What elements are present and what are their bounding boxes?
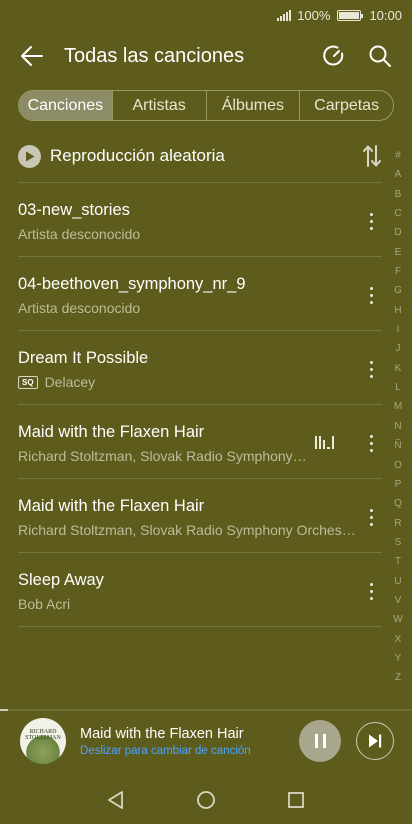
song-row[interactable]: Maid with the Flaxen Hair Richard Stoltz… — [0, 479, 395, 553]
alphabet-index-letter[interactable]: S — [395, 533, 402, 552]
song-title: Dream It Possible — [18, 349, 149, 367]
song-artist-text: Richard Stoltzman, Slovak Radio Symphony… — [18, 522, 356, 538]
next-track-button[interactable] — [356, 722, 394, 760]
song-row[interactable]: Maid with the Flaxen Hair Richard Stoltz… — [0, 405, 395, 479]
song-title: Maid with the Flaxen Hair — [18, 497, 205, 515]
search-icon[interactable] — [365, 41, 395, 71]
tab-albumes[interactable]: Álbumes — [207, 91, 301, 120]
song-title: 03-new_stories — [18, 201, 130, 219]
song-row[interactable]: 03-new_stories Artista desconocido — [0, 183, 395, 257]
alphabet-index-letter[interactable]: Y — [395, 649, 402, 668]
alphabet-index-letter[interactable]: Z — [395, 668, 401, 687]
player-hint: Deslizar para cambiar de canción — [80, 744, 251, 757]
alphabet-index-letter[interactable]: B — [395, 185, 402, 204]
status-time: 10:00 — [369, 7, 402, 23]
alphabet-index-letter[interactable]: E — [395, 243, 402, 262]
shuffle-play-button[interactable]: Reproducción aleatoria — [18, 138, 384, 174]
alphabet-index-letter[interactable]: Q — [394, 494, 402, 513]
song-artist: Artista desconocido — [18, 300, 140, 316]
system-nav-bar — [0, 776, 412, 824]
more-options-icon[interactable] — [359, 505, 383, 529]
divider — [18, 626, 382, 627]
signal-icon — [277, 9, 292, 21]
more-options-icon[interactable] — [359, 209, 383, 233]
alphabet-index-letter[interactable]: P — [395, 475, 402, 494]
song-artist: SQ Delacey — [18, 374, 95, 390]
song-title: Maid with the Flaxen Hair — [18, 423, 205, 441]
more-options-icon[interactable] — [359, 431, 383, 455]
alphabet-index-letter[interactable]: G — [394, 281, 402, 300]
more-options-icon[interactable] — [359, 357, 383, 381]
back-arrow-icon[interactable] — [17, 41, 47, 71]
app-header: Todas las canciones — [0, 30, 412, 82]
song-artist-text: Richard Stoltzman, Slovak Radio Symphony… — [18, 448, 308, 464]
page-title: Todas las canciones — [64, 44, 245, 67]
refresh-icon[interactable] — [319, 41, 349, 71]
nav-home-icon[interactable] — [194, 788, 218, 812]
song-artist-text: Bob Acri — [18, 596, 71, 612]
alphabet-index-letter[interactable]: I — [397, 320, 400, 339]
song-artist-text: Artista desconocido — [18, 300, 141, 316]
alphabet-index-letter[interactable]: F — [395, 262, 401, 281]
song-artist: Richard Stoltzman, Slovak Radio Symphony… — [18, 522, 356, 538]
player-text: Maid with the Flaxen Hair Deslizar para … — [80, 726, 299, 757]
alphabet-index-letter[interactable]: A — [395, 165, 402, 184]
more-options-icon[interactable] — [359, 283, 383, 307]
alphabet-index-letter[interactable]: Ñ — [394, 436, 401, 455]
pause-button[interactable] — [299, 720, 341, 762]
alphabet-index-letter[interactable]: R — [394, 514, 401, 533]
alphabet-index-letter[interactable]: K — [395, 359, 402, 378]
song-title: Sleep Away — [18, 571, 104, 589]
song-row[interactable]: Sleep Away Bob Acri — [0, 553, 395, 627]
nav-back-icon[interactable] — [104, 788, 128, 812]
alphabet-index-letter[interactable]: O — [394, 456, 402, 475]
song-artist: Bob Acri — [18, 596, 70, 612]
alphabet-index-letter[interactable]: L — [395, 378, 401, 397]
sort-icon[interactable] — [360, 144, 384, 168]
song-artist-text: Delacey — [44, 374, 96, 390]
song-row[interactable]: 04-beethoven_symphony_nr_9 Artista desco… — [0, 257, 395, 331]
now-playing-icon — [315, 435, 335, 449]
more-options-icon[interactable] — [359, 579, 383, 603]
song-artist: Richard Stoltzman, Slovak Radio Symphony… — [18, 448, 308, 464]
category-tabs: Canciones Artistas Álbumes Carpetas — [18, 90, 394, 121]
next-icon — [369, 734, 382, 748]
alphabet-index-letter[interactable]: W — [393, 610, 402, 629]
alphabet-index-letter[interactable]: # — [395, 146, 401, 165]
song-artist-text: Artista desconocido — [18, 226, 141, 242]
tab-canciones[interactable]: Canciones — [19, 91, 113, 120]
alphabet-index-letter[interactable]: M — [394, 397, 402, 416]
player-track-title: Maid with the Flaxen Hair — [80, 725, 244, 742]
alphabet-index-letter[interactable]: D — [394, 223, 401, 242]
album-art: RICHARD STOLTZMAN — [20, 718, 66, 764]
mini-player[interactable]: RICHARD STOLTZMAN Maid with the Flaxen H… — [0, 711, 412, 771]
sq-quality-badge: SQ — [18, 375, 38, 389]
alphabet-index[interactable]: # A B C D E F G H I J K L M N Ñ O P Q R S T U V W X Y Z — [388, 146, 408, 688]
battery-percent: 100% — [297, 7, 331, 23]
alphabet-index-letter[interactable]: H — [394, 301, 401, 320]
song-row[interactable]: Dream It Possible SQ Delacey — [0, 331, 395, 405]
alphabet-index-letter[interactable]: X — [395, 630, 402, 649]
alphabet-index-letter[interactable]: N — [394, 417, 401, 436]
tab-carpetas[interactable]: Carpetas — [300, 91, 393, 120]
alphabet-index-letter[interactable]: V — [395, 591, 402, 610]
alphabet-index-letter[interactable]: C — [394, 204, 401, 223]
nav-recents-icon[interactable] — [284, 788, 308, 812]
play-icon — [18, 144, 41, 168]
song-title: 04-beethoven_symphony_nr_9 — [18, 275, 246, 293]
alphabet-index-letter[interactable]: T — [395, 552, 401, 571]
alphabet-index-letter[interactable]: U — [394, 572, 401, 591]
album-art-text: RICHARD STOLTZMAN — [25, 729, 61, 741]
tab-artistas[interactable]: Artistas — [113, 91, 207, 120]
status-bar: 100% 10:00 — [0, 0, 412, 30]
song-artist: Artista desconocido — [18, 226, 140, 242]
battery-icon — [337, 9, 364, 21]
alphabet-index-letter[interactable]: J — [396, 339, 401, 358]
shuffle-label: Reproducción aleatoria — [50, 146, 225, 165]
